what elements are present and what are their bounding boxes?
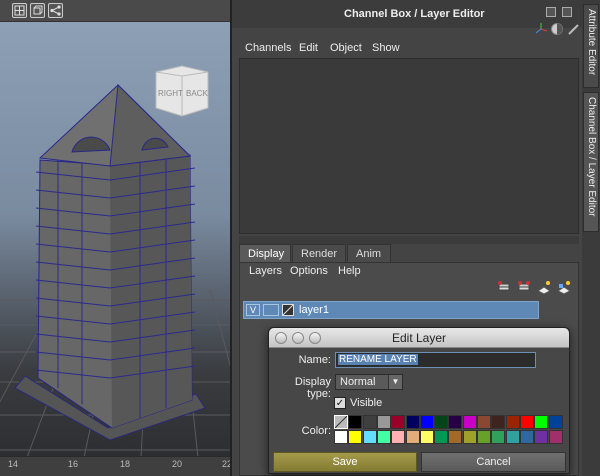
- timeline-tick: 20: [172, 459, 183, 469]
- chevron-down-icon: ▼: [388, 375, 402, 389]
- 3d-viewport[interactable]: RIGHT BACK 14 16 18 20 22: [0, 0, 230, 476]
- panel-title: Channel Box / Layer Editor: [344, 8, 485, 20]
- color-swatch[interactable]: [548, 415, 563, 429]
- timeline-tick: 18: [120, 459, 131, 469]
- color-palette: [334, 415, 564, 445]
- menu-help[interactable]: Help: [338, 265, 361, 277]
- display-type-value: Normal: [340, 376, 376, 388]
- color-swatch[interactable]: [448, 415, 463, 429]
- viewcube-right-label: RIGHT: [158, 89, 183, 98]
- grid-view-icon[interactable]: [12, 3, 27, 18]
- timeline-tick: 22: [222, 459, 230, 469]
- dialog-title: Edit Layer: [391, 331, 447, 345]
- color-swatch[interactable]: [434, 430, 449, 444]
- color-swatch[interactable]: [434, 415, 449, 429]
- viewcube-back-label: BACK: [186, 89, 208, 98]
- menu-options[interactable]: Options: [290, 265, 328, 277]
- name-input-value: RENAME LAYER: [338, 354, 418, 365]
- tab-channel-box-layer-editor-label: Channel Box / Layer Editor: [586, 97, 597, 217]
- timeline-tick: 14: [8, 459, 19, 469]
- color-swatch[interactable]: [391, 415, 406, 429]
- move-layer-down-icon[interactable]: [556, 279, 572, 295]
- color-swatch[interactable]: [519, 430, 534, 444]
- layer-name[interactable]: layer1: [299, 304, 329, 316]
- visible-label: Visible: [350, 397, 383, 409]
- color-swatch[interactable]: [348, 430, 363, 444]
- visible-checkbox[interactable]: ✓: [334, 397, 346, 409]
- menu-show[interactable]: Show: [372, 42, 400, 54]
- color-swatch[interactable]: [491, 415, 506, 429]
- color-swatch[interactable]: [334, 415, 348, 429]
- color-swatch[interactable]: [462, 415, 477, 429]
- display-type-label: Display type:: [294, 376, 331, 400]
- color-swatch[interactable]: [376, 430, 391, 444]
- color-swatch[interactable]: [477, 430, 491, 444]
- color-swatch[interactable]: [405, 415, 420, 429]
- axis-icon[interactable]: [534, 22, 548, 36]
- color-label: Color:: [301, 425, 331, 437]
- edit-layer-dialog: Edit Layer Name: RENAME LAYER Display ty…: [268, 327, 570, 474]
- layer-row[interactable]: V layer1: [243, 301, 539, 319]
- side-tab-strip: Attribute Editor Channel Box / Layer Edi…: [582, 0, 600, 476]
- move-layer-up-icon[interactable]: [536, 279, 552, 295]
- color-swatch[interactable]: [548, 430, 563, 444]
- layer-visibility-toggle[interactable]: V: [246, 304, 260, 316]
- color-swatch[interactable]: [419, 415, 434, 429]
- tab-render[interactable]: Render: [292, 244, 346, 262]
- menu-channels[interactable]: Channels: [245, 42, 291, 54]
- timeline-ruler[interactable]: 14 16 18 20 22: [0, 456, 230, 476]
- float-panel-button[interactable]: [546, 7, 556, 17]
- horizontal-scrollbar[interactable]: [239, 236, 579, 244]
- color-swatch[interactable]: [362, 430, 377, 444]
- sphere-display-icon[interactable]: [550, 22, 564, 36]
- name-label: Name:: [298, 354, 331, 366]
- color-swatch[interactable]: [534, 430, 549, 444]
- menu-layers[interactable]: Layers: [249, 265, 282, 277]
- viewport-toolbar: [0, 0, 230, 22]
- tab-anim[interactable]: Anim: [347, 244, 391, 262]
- close-panel-button[interactable]: [562, 7, 572, 17]
- color-swatch[interactable]: [462, 430, 477, 444]
- menu-edit[interactable]: Edit: [299, 42, 318, 54]
- pencil-icon[interactable]: [566, 22, 580, 36]
- color-swatch[interactable]: [477, 415, 491, 429]
- layer-color-swatch[interactable]: [282, 304, 294, 316]
- timeline-tick: 16: [68, 459, 79, 469]
- color-swatch[interactable]: [419, 430, 434, 444]
- panel-titlebar: Channel Box / Layer Editor: [232, 0, 584, 35]
- color-swatch[interactable]: [491, 430, 506, 444]
- color-swatch[interactable]: [405, 430, 420, 444]
- tab-attribute-editor-label: Attribute Editor: [586, 9, 597, 76]
- menu-object[interactable]: Object: [330, 42, 362, 54]
- color-swatch[interactable]: [362, 415, 377, 429]
- channel-box-area[interactable]: [239, 58, 579, 234]
- tab-channel-box-layer-editor[interactable]: Channel Box / Layer Editor: [583, 92, 599, 232]
- cube-display-icon[interactable]: [30, 3, 45, 18]
- color-swatch[interactable]: [334, 430, 348, 444]
- tab-display[interactable]: Display: [239, 244, 291, 262]
- new-layer-selected-icon[interactable]: [516, 279, 532, 295]
- color-swatch[interactable]: [391, 430, 406, 444]
- layer-name-input[interactable]: RENAME LAYER: [335, 352, 536, 368]
- dialog-titlebar[interactable]: Edit Layer: [269, 328, 569, 348]
- layer-toolbar: [492, 279, 572, 297]
- color-swatch[interactable]: [448, 430, 463, 444]
- color-swatch[interactable]: [376, 415, 391, 429]
- cancel-button[interactable]: Cancel: [421, 452, 566, 472]
- view-cube[interactable]: RIGHT BACK: [152, 62, 212, 122]
- layer-playback-toggle[interactable]: [263, 304, 279, 316]
- color-swatch[interactable]: [519, 415, 534, 429]
- color-swatch[interactable]: [505, 430, 520, 444]
- color-swatch[interactable]: [348, 415, 363, 429]
- display-type-select[interactable]: Normal ▼: [335, 374, 403, 390]
- save-button[interactable]: Save: [273, 452, 417, 472]
- connections-icon[interactable]: [48, 3, 63, 18]
- new-layer-empty-icon[interactable]: [496, 279, 512, 295]
- tab-attribute-editor[interactable]: Attribute Editor: [583, 4, 599, 88]
- channel-box-menubar: Channels Edit Object Show: [232, 40, 584, 56]
- color-swatch[interactable]: [534, 415, 549, 429]
- color-swatch[interactable]: [505, 415, 520, 429]
